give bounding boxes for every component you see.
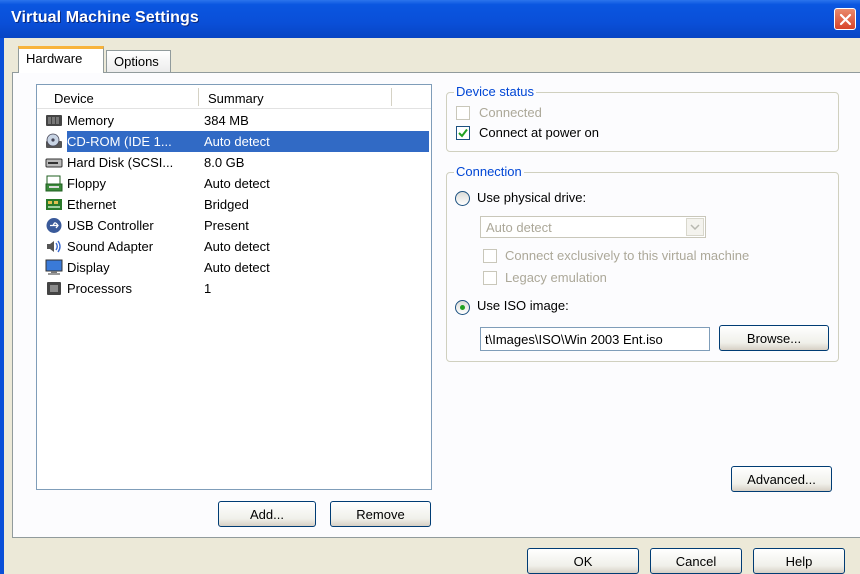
device-row-floppy[interactable]: Floppy Auto detect <box>37 173 431 194</box>
device-status-legend: Device status <box>454 84 537 99</box>
connect-at-power-on-label: Connect at power on <box>479 125 599 140</box>
device-summary: Auto detect <box>204 134 270 149</box>
remove-button[interactable]: Remove <box>330 501 431 527</box>
device-list[interactable]: Device Summary Memory 384 MB CD-ROM (IDE… <box>36 84 432 490</box>
drive-select-value: Auto detect <box>486 220 552 235</box>
radio-selected-dot <box>460 305 465 310</box>
memory-icon <box>46 115 62 126</box>
close-icon <box>839 13 852 26</box>
legacy-emulation-label: Legacy emulation <box>505 270 607 285</box>
device-name: USB Controller <box>67 218 154 233</box>
help-button[interactable]: Help <box>753 548 845 574</box>
device-name: Memory <box>67 113 114 128</box>
connected-checkbox[interactable] <box>456 106 470 120</box>
device-name: Sound Adapter <box>67 239 154 254</box>
browse-button[interactable]: Browse... <box>719 325 829 351</box>
connect-at-power-on-checkbox[interactable] <box>456 126 470 140</box>
tab-options[interactable]: Options <box>106 50 171 72</box>
device-status-group: Device status <box>446 84 839 152</box>
column-separator[interactable] <box>198 88 199 106</box>
close-button[interactable] <box>834 8 856 30</box>
device-name: Ethernet <box>67 197 117 212</box>
column-device[interactable]: Device <box>54 91 94 106</box>
floppy-icon <box>45 175 63 192</box>
device-row-display[interactable]: Display Auto detect <box>37 257 431 278</box>
ok-button[interactable]: OK <box>527 548 639 574</box>
use-iso-image-label: Use ISO image: <box>477 298 569 313</box>
device-row-processors[interactable]: Processors 1 <box>37 278 431 299</box>
device-row-hard-disk[interactable]: Hard Disk (SCSI... 8.0 GB <box>37 152 431 173</box>
device-name: Display <box>67 260 110 275</box>
add-button[interactable]: Add... <box>218 501 316 527</box>
tab-hardware[interactable]: Hardware <box>18 46 104 73</box>
chevron-down-icon <box>686 218 704 236</box>
sound-icon <box>47 240 61 253</box>
device-summary: 8.0 GB <box>204 155 245 170</box>
device-summary: 384 MB <box>204 113 249 128</box>
device-list-header: Device Summary <box>37 85 431 109</box>
connect-exclusively-checkbox[interactable] <box>483 249 497 263</box>
hard-disk-icon <box>45 158 63 168</box>
window-title: Virtual Machine Settings <box>11 9 199 26</box>
device-row-ethernet[interactable]: Ethernet Bridged <box>37 194 431 215</box>
title-bar: Virtual Machine Settings <box>0 0 860 38</box>
device-row-memory[interactable]: Memory 384 MB <box>37 110 431 131</box>
connection-legend: Connection <box>454 164 524 179</box>
window-frame <box>0 38 4 574</box>
legacy-emulation-checkbox[interactable] <box>483 271 497 285</box>
connect-exclusively-label: Connect exclusively to this virtual mach… <box>505 248 750 263</box>
device-summary: Auto detect <box>204 176 270 191</box>
iso-path-input[interactable]: t\Images\ISO\Win 2003 Ent.iso <box>480 327 710 351</box>
device-summary: Present <box>204 218 249 233</box>
device-name: Hard Disk (SCSI... <box>67 155 174 170</box>
use-physical-drive-radio[interactable] <box>455 191 470 206</box>
device-row-cdrom[interactable]: CD-ROM (IDE 1... Auto detect <box>37 131 431 152</box>
processor-icon <box>47 282 61 295</box>
column-summary[interactable]: Summary <box>208 91 264 106</box>
advanced-button[interactable]: Advanced... <box>731 466 832 492</box>
device-name: Processors <box>67 281 133 296</box>
connected-label: Connected <box>479 105 542 120</box>
use-iso-image-radio[interactable] <box>455 300 470 315</box>
iso-path-value: t\Images\ISO\Win 2003 Ent.iso <box>485 332 663 347</box>
usb-icon <box>46 218 62 233</box>
device-summary: 1 <box>204 281 212 296</box>
device-summary: Bridged <box>204 197 249 212</box>
device-name: CD-ROM (IDE 1... <box>67 134 172 149</box>
check-mark-icon <box>458 128 468 138</box>
column-separator[interactable] <box>391 88 392 106</box>
cdrom-icon <box>46 133 62 148</box>
display-icon <box>45 259 63 275</box>
ethernet-icon <box>46 199 62 210</box>
use-physical-drive-label: Use physical drive: <box>477 190 587 205</box>
cancel-button[interactable]: Cancel <box>650 548 742 574</box>
device-row-sound[interactable]: Sound Adapter Auto detect <box>37 236 431 257</box>
drive-select[interactable]: Auto detect <box>480 216 706 238</box>
device-row-usb[interactable]: USB Controller Present <box>37 215 431 236</box>
device-summary: Auto detect <box>204 239 270 254</box>
device-name: Floppy <box>67 176 107 191</box>
device-summary: Auto detect <box>204 260 270 275</box>
